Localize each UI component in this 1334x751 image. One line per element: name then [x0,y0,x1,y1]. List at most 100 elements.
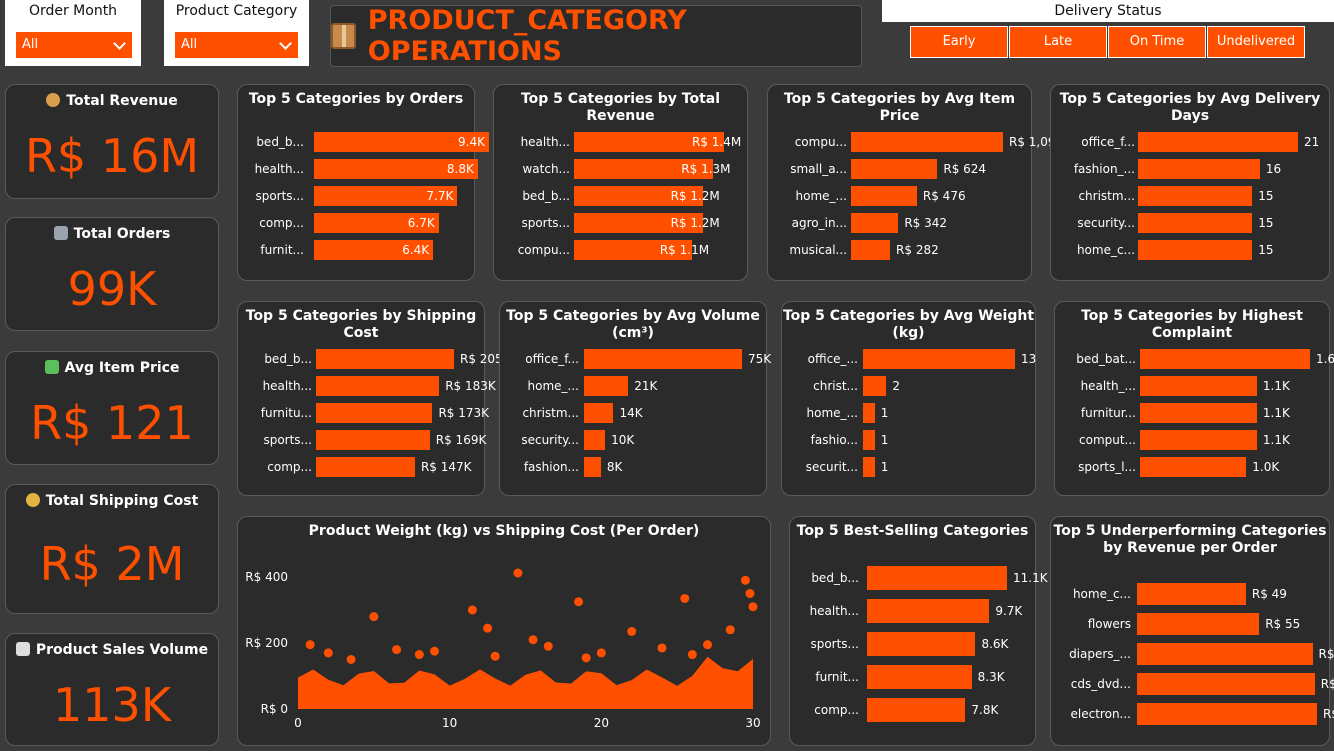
bar[interactable] [584,403,614,423]
bar[interactable] [584,457,601,477]
order-month-value: All [22,37,39,52]
order-month-dropdown[interactable]: All [15,31,133,59]
product-category-dropdown[interactable]: All [174,31,299,59]
scatter-point[interactable] [483,623,493,633]
bar[interactable] [1140,403,1257,423]
bar[interactable] [316,457,415,477]
bar[interactable] [863,349,1015,369]
bar[interactable] [316,376,440,396]
bar[interactable] [1140,457,1247,477]
x-tick-label: 0 [294,716,302,730]
delivery-late-button[interactable]: Late [1009,26,1107,58]
bar[interactable] [863,403,875,423]
bar[interactable] [851,159,938,179]
bar[interactable] [1140,349,1310,369]
scatter-point[interactable] [305,640,315,650]
bar[interactable] [867,599,990,623]
bar[interactable] [1140,430,1257,450]
scatter-point[interactable] [703,640,712,650]
scatter-point[interactable] [745,589,755,598]
scatter-point[interactable] [467,605,477,615]
scatter-point[interactable] [740,575,750,585]
receipt-icon [15,642,30,656]
chart-shipping-cost: Top 5 Categories by Shipping Cost bed_b..… [237,301,511,496]
scatter-point[interactable] [596,648,606,658]
bar-category-label: health... [262,379,312,393]
delivery-on-time-button[interactable]: On Time [1108,26,1206,58]
bar[interactable] [1138,240,1253,260]
bar-value-label: R$ 1.2M [670,189,720,203]
bar-value-label: R$ 624 [943,162,987,176]
bar-category-label: comp... [814,703,859,717]
scatter-point[interactable] [528,635,538,645]
bar[interactable] [1137,643,1313,665]
bar[interactable] [867,566,1007,590]
bar[interactable] [1138,159,1260,179]
scatter-point[interactable] [490,651,500,661]
bar[interactable] [316,403,433,423]
bar[interactable] [867,632,976,656]
bar[interactable] [1137,703,1317,725]
bar[interactable] [863,376,887,396]
scatter-point[interactable] [513,568,523,578]
bar[interactable] [1138,186,1253,206]
chart-title: Top 5 Categories by Highest Complaint [1081,308,1303,341]
coin-icon [25,493,40,507]
delivery-undelivered-button[interactable]: Undelivered [1207,26,1305,58]
bar-category-label: fashion... [523,460,579,474]
scatter-point[interactable] [627,626,637,636]
scatter-point[interactable] [543,641,553,651]
bar-value-label: 6.4K [402,243,430,257]
bar-value-label: R$ 173K [438,406,490,420]
delivery-early-button[interactable]: Early [910,26,1008,58]
bar[interactable] [316,430,430,450]
bar[interactable] [1137,673,1315,695]
bar[interactable] [1138,213,1253,233]
scatter-point[interactable] [414,650,424,660]
bar[interactable] [851,132,1003,152]
bar[interactable] [1138,132,1298,152]
scatter-point[interactable] [323,648,333,658]
scatter-point[interactable] [725,625,735,635]
money-wings-icon [44,360,59,374]
scatter-point[interactable] [430,646,439,656]
bar-value-label: 1.1K [1262,379,1290,393]
bar[interactable] [584,376,629,396]
chart-underperforming: Top 5 Underperforming Categories by Reve… [1050,516,1334,746]
scatter-point[interactable] [346,655,356,664]
product-category-title: Product Category [175,3,298,19]
bar[interactable] [316,349,454,369]
scatter-point[interactable] [392,645,402,655]
bar-value-label: 1.0K [1252,460,1280,474]
scatter-point[interactable] [581,653,591,663]
bar-value-label: 16 [1265,162,1282,176]
bar[interactable] [1137,613,1260,635]
bar-category-label: sports... [263,433,312,447]
bar[interactable] [584,349,742,369]
bar[interactable] [867,698,966,722]
bar[interactable] [851,186,917,206]
scatter-point[interactable] [369,612,379,622]
scatter-point[interactable] [680,593,690,603]
bar[interactable] [1140,376,1257,396]
bar[interactable] [863,430,875,450]
bar[interactable] [863,457,875,477]
page-title-box: PRODUCT_CATEGORY OPERATIONS [330,5,862,67]
scatter-point[interactable] [657,643,667,653]
bar[interactable] [584,430,606,450]
bar[interactable] [851,213,899,233]
bar[interactable] [851,240,891,260]
bar[interactable] [1137,583,1246,605]
package-icon [331,23,356,49]
bar-value-label: 10K [611,433,635,447]
bar[interactable] [867,665,972,689]
chevron-down-icon [279,37,292,50]
scatter-point[interactable] [574,597,584,607]
scatter-point[interactable] [687,650,697,660]
bar-category-label: sports_l... [1078,460,1136,474]
delivery-status-slicer: Delivery Status Early Late On Time Undel… [882,0,1334,66]
chart-weight-vs-shipping: Product Weight (kg) vs Shipping Cost (Pe… [237,516,771,746]
bar-value-label: 6.7K [407,216,435,230]
bar-value-label: R$ 1.4M [692,135,742,149]
scatter-point[interactable] [748,602,758,612]
